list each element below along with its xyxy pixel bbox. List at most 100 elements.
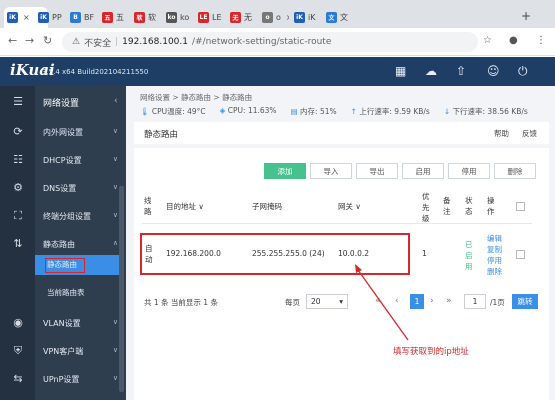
dashboard-icon[interactable]: ▦	[395, 64, 406, 78]
bookmark-star-icon[interactable]: ☆	[483, 35, 492, 46]
sidebar-item[interactable]: ⚙ DNS设置 ∨	[0, 174, 126, 202]
dns-icon: ⚙	[13, 181, 23, 194]
col-note-label: 备注	[443, 196, 451, 216]
tab-title: LE	[212, 13, 222, 22]
col-status-header[interactable]: 状态	[465, 195, 475, 217]
first-page-icon[interactable]: «	[375, 296, 381, 306]
browser-tab[interactable]: BBF×	[67, 7, 97, 28]
tab-title: 软	[148, 13, 156, 22]
hamburger-icon[interactable]: ☰	[10, 95, 26, 108]
browser-tab[interactable]: LELE×	[195, 7, 225, 28]
export-button[interactable]: 导出	[356, 163, 398, 179]
prev-page-icon[interactable]: ‹	[395, 296, 399, 306]
sidebar-item[interactable]: ⇆ UPnP设置 ∨	[0, 365, 126, 393]
sort-gateway-icon[interactable]: ∨	[355, 202, 361, 211]
reload-icon[interactable]: ↻	[43, 34, 52, 47]
up-rate-text: 上行速率: 9.59 KB/s	[359, 107, 430, 116]
tab-favicon-icon: iK	[294, 12, 305, 23]
help-link[interactable]: 帮助	[494, 128, 509, 139]
sidebar-item[interactable]: ⇅ 静态路由 ∧	[0, 230, 126, 258]
sidebar-item[interactable]: ⟳ 内外网设置 ∨	[0, 118, 126, 146]
browser-tab[interactable]: 文文 ×	[323, 7, 353, 28]
address-bar[interactable]: ⚠ 不安全 | 192.168.100.1/#/network-setting/…	[62, 32, 478, 52]
tab-favicon-icon: ko	[166, 12, 177, 23]
new-tab-icon[interactable]: +	[521, 9, 531, 23]
enable-button[interactable]: 启用	[402, 163, 444, 179]
sidebar-item[interactable]: ⛨ VPN客户端 ∨	[0, 337, 126, 365]
sidebar-item-label: VLAN设置	[43, 319, 81, 328]
menu-icon[interactable]: ⋮	[536, 35, 546, 46]
sidebar-item[interactable]: ◉ VLAN设置 ∨	[0, 309, 126, 337]
arrow-up-icon: ↑	[350, 107, 357, 116]
disable-button[interactable]: 停用	[448, 163, 490, 179]
memory-icon: ▤	[290, 107, 298, 116]
col-ops-label: 操作	[487, 196, 495, 216]
browser-tab[interactable]: 软软×	[131, 7, 161, 28]
feedback-link[interactable]: 反馈	[522, 128, 537, 139]
sidebar-scrollbar[interactable]	[119, 186, 124, 392]
col-destination-label: 目的地址	[166, 202, 196, 211]
add-button[interactable]: 添加	[264, 163, 306, 179]
next-page-icon[interactable]: ›	[430, 296, 434, 306]
select-all-checkbox[interactable]	[516, 202, 525, 211]
sidebar-item-label: DHCP设置	[43, 156, 82, 165]
goto-page-input[interactable]: 1	[464, 294, 486, 309]
tab-favicon-icon: 文	[326, 12, 337, 23]
col-netmask-header[interactable]: 子网掩码	[252, 201, 282, 212]
tab-favicon-icon: 无	[230, 12, 241, 23]
delete-link[interactable]: 删除	[487, 266, 502, 277]
disable-link[interactable]: 停用	[487, 255, 502, 266]
current-page-button[interactable]: 1	[410, 294, 424, 309]
sidebar-item[interactable]: ⛶ 终端分组设置 ∨	[0, 202, 126, 230]
per-page-select[interactable]: 20 ▾	[306, 294, 348, 309]
thermometer-icon: 🌡	[140, 107, 150, 116]
tab-title: 五	[116, 13, 124, 22]
browser-tab[interactable]: koko×	[163, 7, 193, 28]
forward-icon[interactable]: →	[25, 34, 34, 47]
sidebar-subitem-route-table[interactable]: 当前路由表	[35, 283, 119, 303]
last-page-icon[interactable]: »	[446, 296, 452, 306]
delete-button[interactable]: 删除	[494, 163, 536, 179]
jump-button[interactable]: 跳转	[512, 294, 538, 309]
sidebar-item-label: DNS设置	[43, 184, 77, 193]
copy-link[interactable]: 复制	[487, 244, 502, 255]
cloud-icon[interactable]: ☁	[425, 64, 437, 78]
per-page-label: 每页	[285, 298, 300, 307]
sidebar-header[interactable]: ☰ 网络设置 ‹	[0, 86, 126, 114]
tab-title: o	[276, 13, 281, 22]
browser-tab[interactable]: 无无×	[227, 7, 257, 28]
col-destination-header[interactable]: 目的地址 ∨	[166, 201, 204, 212]
col-ops-header[interactable]: 操作	[487, 195, 497, 217]
edit-link[interactable]: 编辑	[487, 233, 502, 244]
user-icon[interactable]: ☺	[487, 64, 500, 78]
browser-tab[interactable]: oo ×	[259, 7, 289, 28]
col-status-label: 状态	[465, 196, 473, 216]
wifi-icon: ◉	[13, 316, 23, 329]
browser-tab[interactable]: iKiK ×	[291, 7, 321, 28]
browser-tab[interactable]: iKPP×	[35, 7, 65, 28]
tab-close-icon[interactable]: ×	[320, 13, 321, 22]
browser-tab[interactable]: 五五×	[99, 7, 129, 28]
up-rate-status: ↑ 上行速率: 9.59 KB/s	[351, 106, 430, 117]
col-note-header[interactable]: 备注	[443, 195, 453, 217]
profile-icon[interactable]: ●	[509, 35, 518, 46]
sidebar-item-label: 内外网设置	[43, 128, 83, 137]
tab-close-icon[interactable]: ×	[286, 13, 289, 22]
back-icon[interactable]: ←	[8, 34, 17, 47]
tab-favicon-icon: B	[70, 12, 81, 23]
logout-icon[interactable]: ⏻	[518, 64, 528, 79]
cpu-status: ◈ CPU: 11.63%	[220, 106, 277, 117]
col-gateway-header[interactable]: 网关 ∨	[338, 201, 361, 212]
browser-tab-strip: iK×iKPP×BBF×五五×软软×koko×LELE×无无×oo×iKiK×文…	[0, 0, 555, 28]
sort-destination-icon[interactable]: ∨	[198, 202, 204, 211]
pagination-summary: 共 1 条 当前显示 1 条	[144, 298, 218, 307]
col-priority-header[interactable]: 优先级	[422, 191, 432, 224]
sidebar-item[interactable]: ☷ DHCP设置 ∨	[0, 146, 126, 174]
per-page-value: 20	[311, 297, 321, 306]
upload-icon[interactable]: ⇧	[456, 64, 466, 78]
collapse-icon[interactable]: ‹	[114, 96, 118, 106]
import-button[interactable]: 导入	[310, 163, 352, 179]
col-line-header[interactable]: 线路	[144, 195, 154, 217]
tab-close-icon[interactable]: ×	[23, 13, 30, 22]
row-checkbox[interactable]	[516, 250, 525, 259]
